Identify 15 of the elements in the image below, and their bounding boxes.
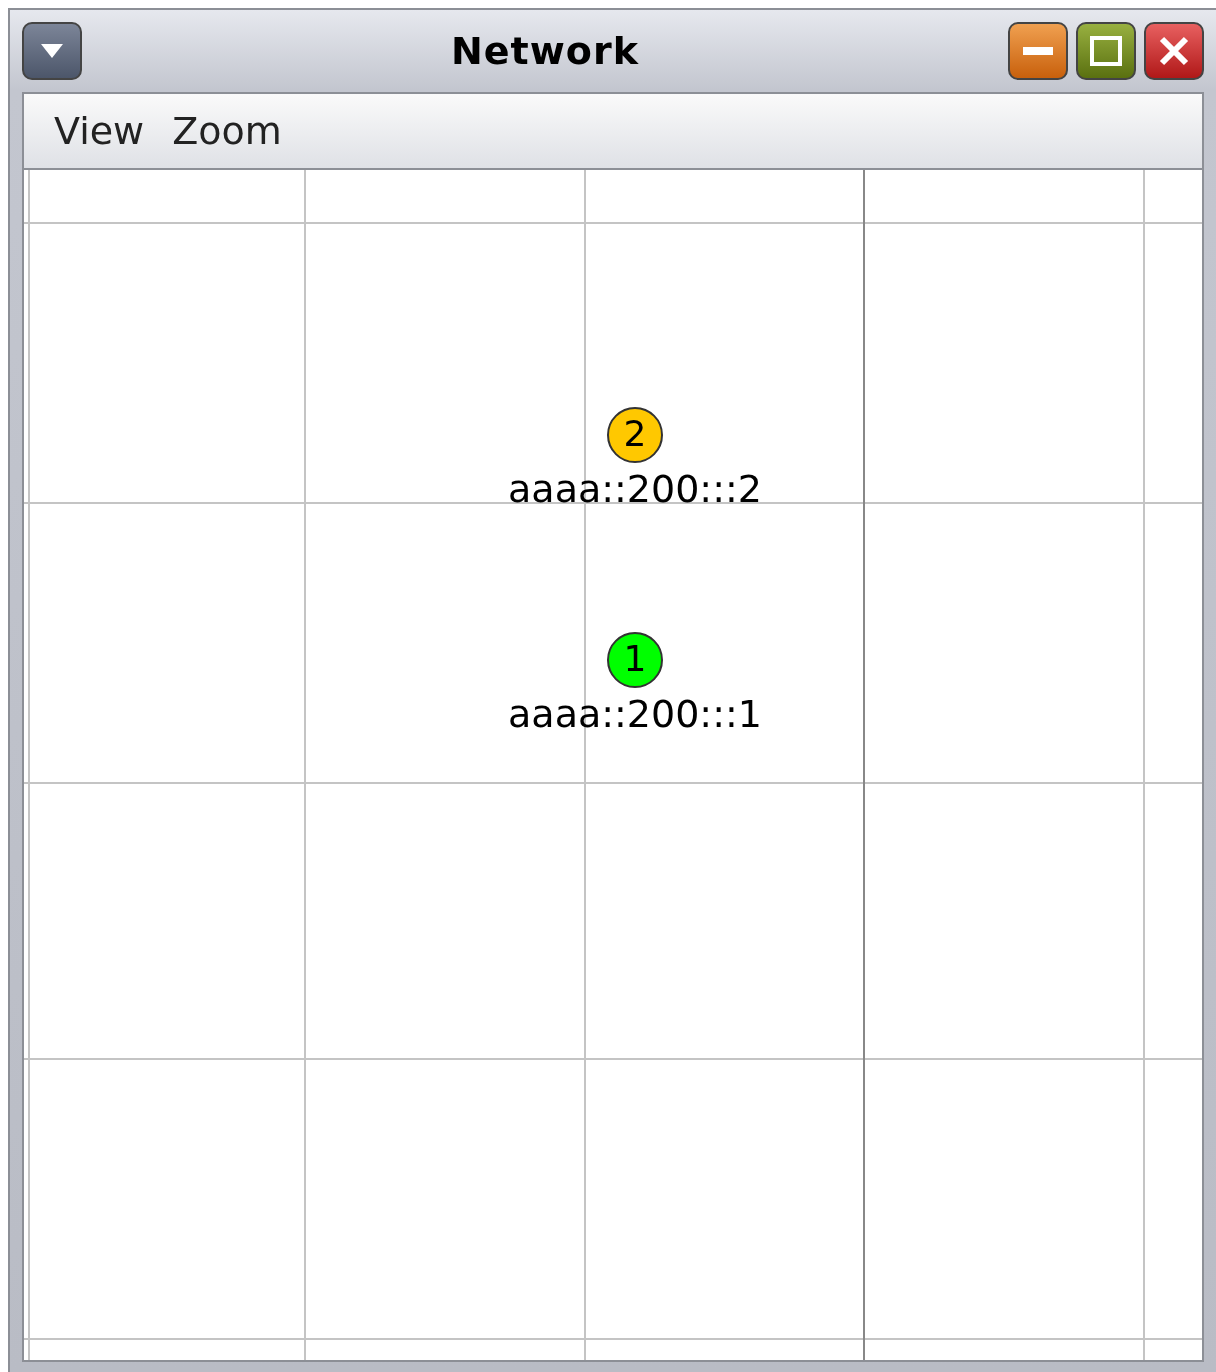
- menu-item[interactable]: Zoom: [172, 102, 282, 160]
- node-address: aaaa::200:::2: [508, 466, 762, 513]
- window-menu-button[interactable]: [22, 22, 82, 80]
- maximize-icon: [1090, 36, 1122, 66]
- maximize-button[interactable]: [1076, 22, 1136, 80]
- minimize-icon: [1023, 47, 1053, 55]
- node-address: aaaa::200:::1: [508, 691, 762, 738]
- window-title: Network: [450, 27, 640, 75]
- minimize-button[interactable]: [1008, 22, 1068, 80]
- node-marker[interactable]: 2: [607, 407, 663, 463]
- dropdown-icon: [41, 44, 63, 58]
- close-button[interactable]: [1144, 22, 1204, 80]
- close-icon: [1159, 36, 1189, 66]
- node-marker[interactable]: 1: [607, 632, 663, 688]
- menu-item[interactable]: View: [54, 102, 145, 160]
